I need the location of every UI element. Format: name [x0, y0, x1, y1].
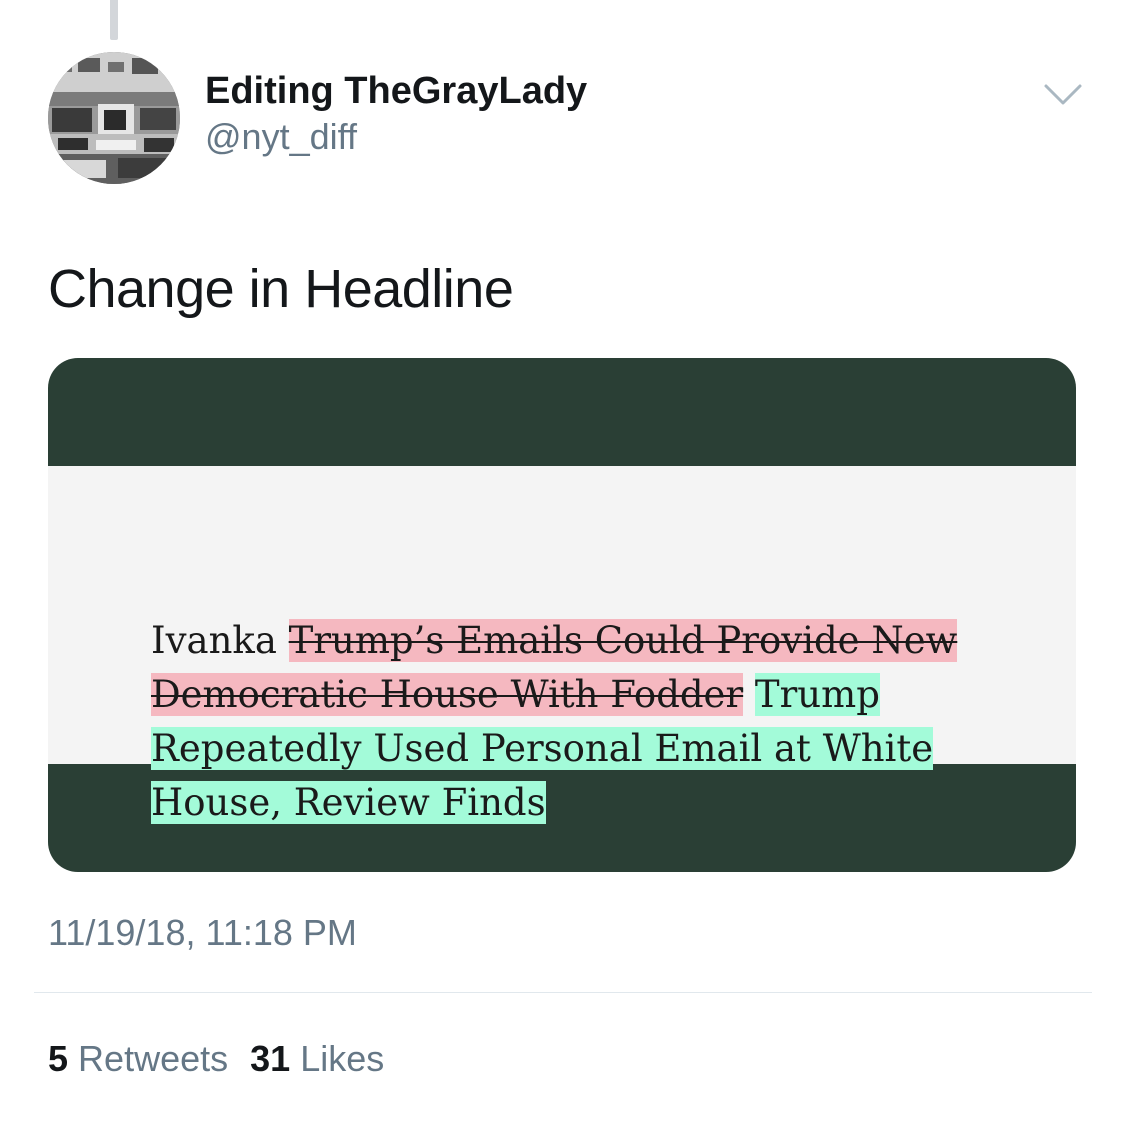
user-handle[interactable]: @nyt_diff — [205, 116, 357, 158]
avatar-newsroom-photo — [48, 52, 180, 184]
headline-diff-panel: Ivanka Trump’s Emails Could Provide New … — [48, 466, 1076, 824]
chevron-down-icon[interactable] — [1042, 78, 1084, 112]
likes-label: Likes — [300, 1038, 385, 1079]
avatar[interactable] — [48, 52, 180, 184]
headline-kept-text: Ivanka — [151, 619, 289, 662]
tweet-text: Change in Headline — [48, 259, 514, 319]
tweet-media-image[interactable]: Ivanka Trump’s Emails Could Provide New … — [48, 358, 1076, 872]
headline-diff: Ivanka Trump’s Emails Could Provide New … — [151, 614, 1031, 830]
divider — [34, 992, 1092, 993]
thread-connector-line — [110, 0, 118, 40]
tweet-detail: Editing TheGrayLady @nyt_diff Change in … — [0, 0, 1124, 1124]
retweets-label: Retweets — [78, 1038, 229, 1079]
likes-stat[interactable]: 31 Likes — [250, 1038, 384, 1079]
tweet-timestamp[interactable]: 11/19/18, 11:18 PM — [48, 912, 357, 954]
retweets-stat[interactable]: 5 Retweets — [48, 1038, 228, 1079]
display-name[interactable]: Editing TheGrayLady — [205, 70, 587, 113]
likes-count: 31 — [250, 1038, 291, 1079]
engagement-stats: 5 Retweets 31 Likes — [48, 1038, 384, 1080]
retweets-count: 5 — [48, 1038, 69, 1079]
